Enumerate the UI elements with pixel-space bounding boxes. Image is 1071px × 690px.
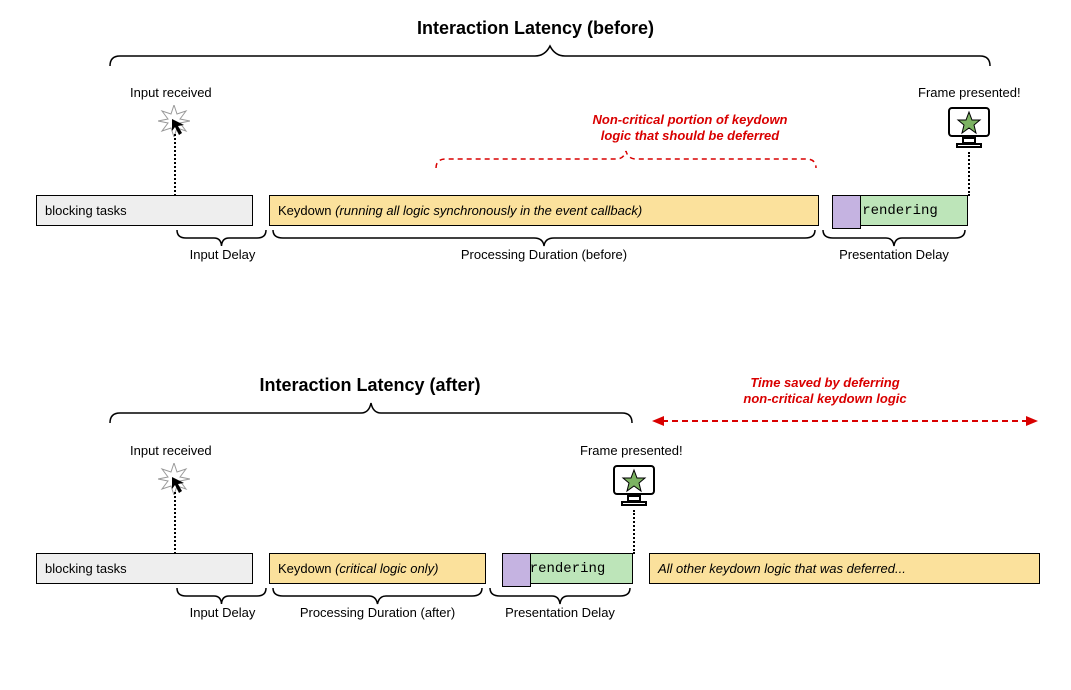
task-keydown-after: Keydown (critical logic only): [269, 553, 486, 584]
task-keydown-before: Keydown (running all logic synchronously…: [269, 195, 819, 226]
label-processing-after: Processing Duration (after): [269, 605, 486, 620]
title-after: Interaction Latency (after): [90, 375, 650, 396]
brace-presentation-after: [486, 586, 634, 606]
red-brace-before: [432, 148, 820, 170]
red-note-after: Time saved by deferring non-critical key…: [695, 375, 955, 408]
label-frame-presented-after: Frame presented!: [580, 443, 683, 458]
brace-processing-before: [269, 228, 819, 248]
task-deferred-after: All other keydown logic that was deferre…: [649, 553, 1040, 584]
label-processing-before: Processing Duration (before): [269, 247, 819, 262]
brace-input-delay-before: [174, 228, 269, 248]
title-before: Interaction Latency (before): [0, 18, 1071, 39]
label-input-delay-after: Input Delay: [170, 605, 275, 620]
vline-input-after: [174, 492, 176, 554]
monitor-before: [945, 104, 993, 152]
red-note-before: Non-critical portion of keydown logic th…: [540, 112, 840, 145]
label-presentation-after: Presentation Delay: [486, 605, 634, 620]
brace-top-after: [105, 399, 637, 425]
task-blocking-after: blocking tasks: [36, 553, 253, 584]
label-frame-presented-before: Frame presented!: [918, 85, 1021, 100]
click-burst-before: [158, 105, 190, 137]
brace-top-before: [105, 42, 995, 68]
latency-diagram: Interaction Latency (before) Input recei…: [0, 0, 1071, 690]
task-rendering-before: rendering: [832, 195, 968, 226]
label-presentation-before: Presentation Delay: [819, 247, 969, 262]
vline-frame-after: [633, 510, 635, 554]
brace-processing-after: [269, 586, 486, 606]
vline-frame-before: [968, 152, 970, 196]
label-input-received-before: Input received: [130, 85, 212, 100]
brace-presentation-before: [819, 228, 969, 248]
monitor-after: [610, 462, 658, 510]
red-arrow-after: [650, 414, 1040, 428]
task-rendering-after: rendering: [502, 553, 633, 584]
vline-input-before: [174, 134, 176, 196]
label-input-received-after: Input received: [130, 443, 212, 458]
label-input-delay-before: Input Delay: [170, 247, 275, 262]
brace-input-delay-after: [174, 586, 269, 606]
click-burst-after: [158, 463, 190, 495]
task-blocking-before: blocking tasks: [36, 195, 253, 226]
